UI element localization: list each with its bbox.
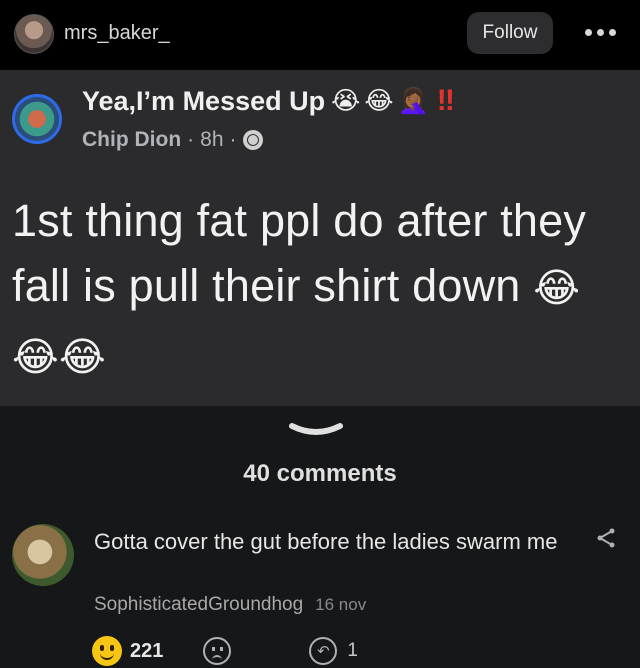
top-bar: mrs_baker_ Follow bbox=[0, 0, 640, 70]
chevron-down-icon[interactable] bbox=[288, 420, 344, 444]
post-time: 8h bbox=[200, 128, 224, 151]
comment-count[interactable]: 40 comments bbox=[0, 460, 640, 488]
user-avatar[interactable] bbox=[14, 14, 54, 54]
comment-date: 16 nov bbox=[315, 595, 367, 614]
group-title[interactable]: Yea,I’m Messed Up 😭 😂 🤦🏾‍♀️ ‼ bbox=[82, 84, 455, 118]
comment-meta: SophisticatedGroundhog 16 nov bbox=[94, 594, 366, 616]
group-avatar[interactable] bbox=[12, 94, 62, 144]
post-card: Yea,I’m Messed Up 😭 😂 🤦🏾‍♀️ ‼ Chip Dion … bbox=[0, 70, 640, 406]
reply-icon[interactable]: ↶ bbox=[309, 637, 338, 665]
share-icon[interactable] bbox=[595, 527, 617, 549]
follow-button[interactable]: Follow bbox=[467, 12, 553, 54]
meta-separator: · bbox=[187, 128, 195, 151]
comment-author[interactable]: SophisticatedGroundhog bbox=[94, 594, 303, 616]
laughing-emoji: 😂 bbox=[364, 87, 394, 115]
smile-icon[interactable] bbox=[92, 636, 122, 666]
sad-icon[interactable] bbox=[203, 637, 232, 665]
post-body: 1st thing fat ppl do after they fall is … bbox=[12, 195, 587, 311]
group-title-text: Yea,I’m Messed Up bbox=[82, 85, 326, 116]
more-icon[interactable] bbox=[585, 25, 621, 39]
comment-text: Gotta cover the gut before the ladies sw… bbox=[94, 529, 558, 554]
crying-emoji: 😭 bbox=[331, 87, 361, 115]
like-count: 221 bbox=[130, 639, 164, 662]
facepalm-emoji: 🤦🏾‍♀️ bbox=[397, 86, 429, 115]
post-author[interactable]: Chip Dion bbox=[82, 128, 181, 152]
post-text: 1st thing fat ppl do after they fall is … bbox=[12, 188, 624, 390]
username[interactable]: mrs_baker_ bbox=[64, 22, 170, 45]
comment-actions: 221 ↶ 1 bbox=[92, 636, 358, 666]
post-meta: Chip Dion · 8h · bbox=[82, 128, 263, 152]
reply-count: 1 bbox=[347, 640, 358, 661]
double-exclamation: ‼ bbox=[436, 84, 455, 117]
title-emojis: 😭 😂 🤦🏾‍♀️ bbox=[331, 86, 429, 116]
globe-icon bbox=[242, 130, 263, 150]
meta-separator-2: · bbox=[229, 128, 237, 151]
commenter-avatar[interactable] bbox=[12, 524, 74, 586]
